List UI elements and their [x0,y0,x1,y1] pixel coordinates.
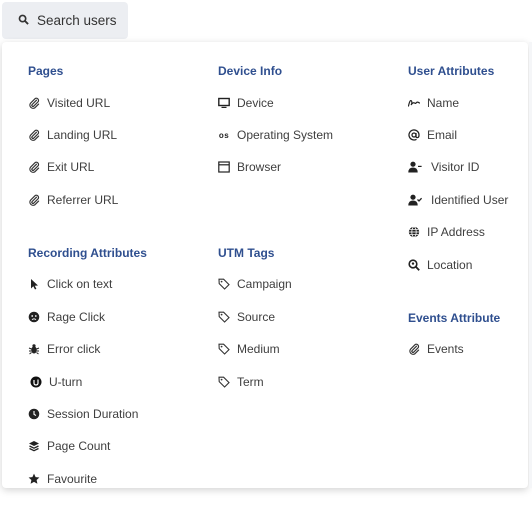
search-users-button[interactable]: Search users [2,2,128,39]
filter-item-label: Favourite [47,472,98,486]
section-title-utm-tags: UTM Tags [218,246,275,260]
tag-icon [218,376,230,388]
filter-item-email[interactable]: Email [408,128,457,142]
filter-item-location[interactable]: Location [408,258,472,272]
filter-item-source[interactable]: Source [218,310,275,324]
filter-item-session-duration[interactable]: Session Duration [28,407,138,421]
bug-icon [28,343,40,355]
filter-item-browser[interactable]: Browser [218,160,281,174]
paperclip-icon [28,161,40,173]
filter-item-operating-system[interactable]: os Operating System [218,128,333,142]
user-icon [408,161,422,173]
user-check-icon [408,194,422,206]
filter-item-favourite[interactable]: Favourite [28,472,97,486]
filter-item-label: Click on text [47,277,113,291]
filter-item-label: Referrer URL [47,193,119,207]
filter-item-page-count[interactable]: Page Count [28,439,110,453]
section-title-pages: Pages [28,64,64,78]
filter-dropdown-panel: Pages Visited URL Landing URL Exit URL R… [2,42,528,488]
os-icon: os [218,130,230,140]
globe-icon [408,226,420,238]
filter-item-landing-url[interactable]: Landing URL [28,128,117,142]
filter-item-visited-url[interactable]: Visited URL [28,96,110,110]
filter-item-ip-address[interactable]: IP Address [408,225,485,239]
filter-item-device[interactable]: Device [218,96,274,110]
filter-item-label: Operating System [237,128,334,142]
filter-item-label: Location [427,258,473,272]
tag-icon [218,278,230,290]
filter-item-label: U-turn [49,375,83,389]
filter-item-label: Landing URL [47,128,118,142]
section-title-events-attribute: Events Attribute [408,311,501,325]
filter-item-label: Identified User [431,193,509,207]
filter-item-u-turn[interactable]: U-turn [28,375,82,389]
search-users-label: Search users [37,13,117,28]
filter-item-label: Events [427,342,464,356]
filter-item-label: IP Address [427,225,485,239]
layers-icon [28,440,40,452]
angry-face-icon [28,311,40,323]
filter-item-events[interactable]: Events [408,342,464,356]
filter-item-click-on-text[interactable]: Click on text [28,277,112,291]
filter-item-label: Name [427,96,460,110]
filter-item-campaign[interactable]: Campaign [218,277,292,291]
paperclip-icon [28,97,40,109]
filter-item-error-click[interactable]: Error click [28,342,100,356]
filter-item-visitor-id[interactable]: Visitor ID [408,160,479,174]
tag-icon [218,311,230,323]
filter-item-label: Campaign [237,277,292,291]
filter-item-label: Medium [237,342,280,356]
search-icon [18,13,37,28]
search-location-icon [408,259,420,271]
u-turn-icon [30,376,42,388]
at-sign-icon [408,129,420,141]
section-title-recording-attributes: Recording Attributes [28,246,147,260]
filter-item-label: Page Count [47,439,111,453]
filter-item-name[interactable]: Name [408,96,459,110]
filter-item-rage-click[interactable]: Rage Click [28,310,105,324]
filter-item-label: Exit URL [47,160,95,174]
filter-item-exit-url[interactable]: Exit URL [28,160,94,174]
paperclip-icon [408,343,420,355]
filter-item-term[interactable]: Term [218,375,264,389]
filter-item-label: Visited URL [47,96,111,110]
filter-item-label: Device [237,96,274,110]
clock-icon [28,408,40,420]
filter-item-medium[interactable]: Medium [218,342,280,356]
filter-item-label: Rage Click [47,310,106,324]
filter-item-label: Source [237,310,276,324]
pointer-icon [28,278,40,290]
section-title-device-info: Device Info [218,64,283,78]
filter-item-label: Term [237,375,264,389]
filter-item-label: Visitor ID [431,160,480,174]
paperclip-icon [28,129,40,141]
section-title-user-attributes: User Attributes [408,64,495,78]
signature-icon [408,97,420,109]
tag-icon [218,343,230,355]
filter-item-label: Error click [47,342,101,356]
filter-item-label: Session Duration [47,407,139,421]
monitor-icon [218,97,230,109]
filter-item-label: Email [427,128,458,142]
browser-window-icon [218,161,230,173]
filter-item-label: Browser [237,160,282,174]
filter-item-identified-user[interactable]: Identified User [408,193,508,207]
paperclip-icon [28,194,40,206]
star-icon [28,473,40,485]
filter-item-referrer-url[interactable]: Referrer URL [28,193,118,207]
